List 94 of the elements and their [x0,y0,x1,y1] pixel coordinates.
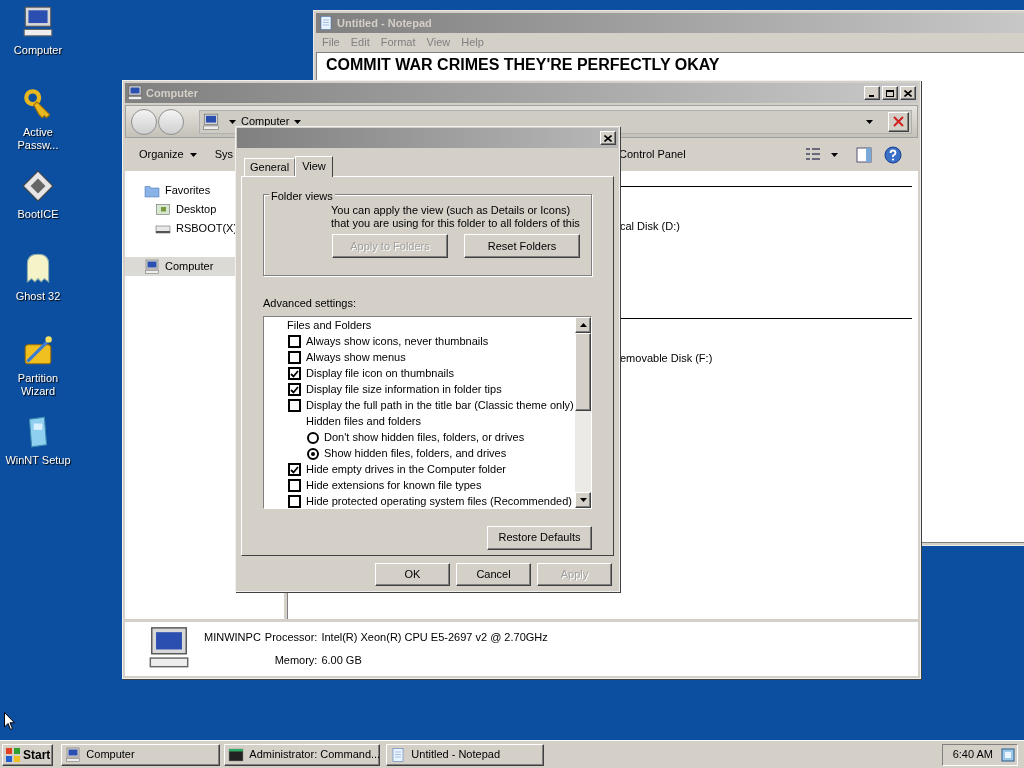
scroll-down-button[interactable] [575,491,591,508]
caret-icon [866,119,873,124]
option-label[interactable]: Always show icons, never thumbnails [306,333,489,350]
desktop-icon [155,201,171,218]
tray-icon [1001,747,1015,762]
option-label[interactable]: Hide extensions for known file types [306,477,482,494]
caret-icon [831,152,838,157]
computer-name: MINWINPC [204,630,261,645]
console-icon [228,746,245,763]
window-title: Untitled - Notepad [337,15,432,31]
cursor-icon [4,712,16,731]
button[interactable]: Reset Folders [464,234,580,258]
button[interactable]: OK [375,563,450,586]
caret-icon [294,119,302,124]
scroll-up-button[interactable] [575,316,591,333]
minimize-button[interactable] [864,86,880,100]
computer-icon [127,85,143,101]
caret-icon [229,119,236,124]
checkbox[interactable] [288,495,301,508]
address-text[interactable]: Computer [241,113,290,130]
notepad-icon [390,746,407,763]
navigation-item[interactable]: RSBOOT(X) [125,219,284,238]
property-value: Intel(R) Xeon(R) CPU E5-2697 v2 @ 2.70GHz [321,630,548,645]
button[interactable]: Cancel [456,563,531,586]
caret-icon [189,152,197,157]
close-icon [904,89,912,97]
option-label[interactable]: Don't show hidden files, folders, or drives [324,429,525,446]
checkbox[interactable] [288,367,301,380]
option-label[interactable]: Display the full path in the title bar (Classic theme only) [306,397,574,414]
radio-button[interactable] [307,431,319,444]
scroll-thumb[interactable] [575,332,591,411]
windows-logo-icon [5,746,21,763]
maximize-button[interactable] [882,86,898,100]
diamond-icon [21,169,55,203]
checkbox[interactable] [288,351,301,364]
close-icon [893,116,904,127]
desktop-icon-label[interactable]: Ghost 32 [2,290,74,303]
organize-menu[interactable]: Organize [139,146,197,163]
button[interactable]: Restore Defaults [487,525,592,550]
text-line: COMMIT WAR CRIMES THEY'RE PERFECTLY OKAY [326,55,721,74]
desktop-icon-label[interactable]: Active Passw... [2,126,74,152]
option-label[interactable]: Show hidden files, folders, and drives [324,445,507,462]
toolbar-button[interactable]: Sys [214,146,233,163]
tab[interactable]: General [244,158,296,176]
option-label[interactable]: Display file icon on thumbnails [306,365,454,382]
caret-up-icon [579,322,587,327]
property-label: Memory: [273,652,318,668]
desktop-icon-label[interactable]: BootICE [2,208,74,221]
caret-icon [579,497,587,502]
checkbox[interactable] [288,479,301,492]
view-options-icon [805,146,821,163]
check-icon [290,465,299,474]
taskbar-button[interactable]: Untitled - Notepad [386,743,545,766]
drive-label[interactable]: emovable Disk (F:) [620,350,912,367]
computer-icon [65,746,82,763]
window-title: Computer [146,85,198,101]
desktop-icon-label[interactable]: Computer [2,44,74,57]
close-icon [604,134,612,142]
option-label[interactable]: Display file size information in folder tips [306,381,502,398]
stop-button[interactable] [888,111,909,132]
tab[interactable]: View [295,156,333,177]
maximize-icon [886,89,894,97]
desktop-icon-label[interactable]: WinNT Setup [2,454,74,467]
help-icon [884,145,902,164]
taskbar-button[interactable]: Administrator: Command... [224,743,381,766]
checkbox[interactable] [288,383,301,396]
start-button[interactable]: Start [2,743,54,766]
checkbox[interactable] [288,463,301,476]
option-label[interactable]: Hide empty drives in the Computer folder [306,461,506,478]
taskbar-button[interactable]: Computer [61,743,221,766]
back-button[interactable] [131,108,157,135]
close-button[interactable] [600,131,616,145]
preview-pane-icon [856,146,872,163]
computer-icon [202,112,220,131]
description-text: You can apply the view (such as Details or Icons) that you are using for this folder to all folders of this [331,204,581,231]
checkbox[interactable] [288,335,301,348]
clock: 6:40 AM [952,747,993,763]
notepad-icon [318,15,334,31]
property-value: 6.00 GB [321,652,363,668]
scrollbar[interactable] [575,316,591,508]
computer-icon [21,5,55,39]
group-heading: Hidden files and folders [306,414,421,430]
forward-button[interactable] [158,108,184,135]
radio-button[interactable] [307,447,319,460]
drive-label[interactable]: cal Disk (D:) [620,218,912,235]
option-label[interactable]: Hide protected operating system files (Recommended) [306,493,572,508]
close-button[interactable] [900,86,916,100]
option-label[interactable]: Always show menus [306,349,406,366]
checkbox[interactable] [288,399,301,412]
computer-icon [144,258,160,275]
desktop-icon-label[interactable]: Partition Wizard [2,372,74,398]
property-label: Processor: [264,630,318,645]
group-heading: Files and Folders [287,318,372,334]
section-label: Advanced settings: [263,296,357,311]
